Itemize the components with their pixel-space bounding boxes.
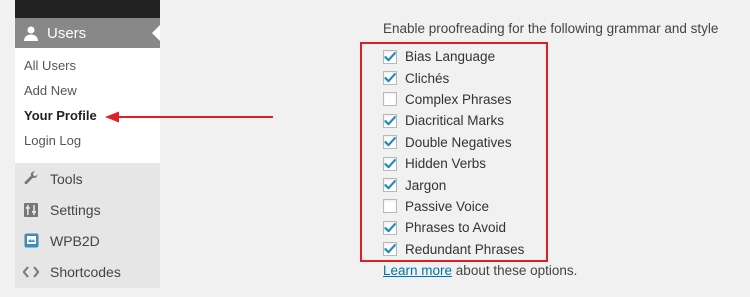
current-menu-indicator xyxy=(152,25,160,41)
menu-item-label: Users xyxy=(47,24,87,42)
option-label: Complex Phrases xyxy=(405,91,512,107)
option-label: Clichés xyxy=(405,70,450,86)
proofreading-settings: Enable proofreading for the following gr… xyxy=(383,21,750,36)
learn-more-text: Learn more about these options. xyxy=(383,263,577,278)
option-cliches[interactable]: Clichés xyxy=(383,67,524,88)
checkmark-icon xyxy=(384,158,396,168)
option-complex-phrases[interactable]: Complex Phrases xyxy=(383,89,524,110)
submenu-item-login-log[interactable]: Login Log xyxy=(15,128,160,153)
submenu-item-all-users[interactable]: All Users xyxy=(15,53,160,78)
option-double-negatives[interactable]: Double Negatives xyxy=(383,132,524,153)
option-bias-language[interactable]: Bias Language xyxy=(383,46,524,67)
option-label: Phrases to Avoid xyxy=(405,220,507,236)
users-submenu: All Users Add New Your Profile Login Log xyxy=(15,48,160,163)
checkbox[interactable] xyxy=(383,135,397,150)
menu-item-settings[interactable]: Settings xyxy=(15,194,160,225)
option-label: Double Negatives xyxy=(405,134,512,150)
checkbox[interactable] xyxy=(383,199,397,214)
checkbox[interactable] xyxy=(383,178,397,193)
option-diacritical-marks[interactable]: Diacritical Marks xyxy=(383,110,524,131)
checkmark-icon xyxy=(384,244,396,254)
checkbox[interactable] xyxy=(383,220,397,235)
option-label: Diacritical Marks xyxy=(405,113,505,129)
menu-item-label: Tools xyxy=(50,170,83,187)
checkbox[interactable] xyxy=(383,49,397,64)
code-icon xyxy=(23,264,39,280)
option-label: Passive Voice xyxy=(405,198,490,214)
admin-sidebar: Users All Users Add New Your Profile Log… xyxy=(15,0,160,288)
option-passive-voice[interactable]: Passive Voice xyxy=(383,196,524,217)
checkbox[interactable] xyxy=(383,92,397,107)
menu-item-label: Settings xyxy=(50,201,101,218)
menu-item-tools[interactable]: Tools xyxy=(15,163,160,194)
option-redundant-phrases[interactable]: Redundant Phrases xyxy=(383,239,524,260)
menu-item-wpb2d[interactable]: WPB2D xyxy=(15,225,160,256)
checkmark-icon xyxy=(384,180,396,190)
admin-menu: Tools Settings WPB2D Shortcodes xyxy=(15,163,160,288)
proofreading-options-list: Bias Language Clichés Complex Phrases Di… xyxy=(383,46,524,260)
checkmark-icon xyxy=(384,73,396,83)
learn-more-link[interactable]: Learn more xyxy=(383,263,452,278)
checkmark-icon xyxy=(384,137,396,147)
wpb2d-icon xyxy=(23,233,39,249)
checkmark-icon xyxy=(384,51,396,61)
option-label: Redundant Phrases xyxy=(405,241,525,257)
proofreading-intro: Enable proofreading for the following gr… xyxy=(383,21,719,36)
learn-more-suffix: about these options. xyxy=(452,263,578,278)
menu-item-users[interactable]: Users xyxy=(15,18,160,48)
option-label: Hidden Verbs xyxy=(405,156,487,172)
user-icon xyxy=(23,25,39,41)
annotation-arrow xyxy=(105,111,273,123)
option-label: Bias Language xyxy=(405,49,496,65)
menu-item-shortcodes[interactable]: Shortcodes xyxy=(15,256,160,287)
checkbox[interactable] xyxy=(383,242,397,257)
checkbox[interactable] xyxy=(383,156,397,171)
option-jargon[interactable]: Jargon xyxy=(383,174,524,195)
wrench-icon xyxy=(23,171,39,187)
option-hidden-verbs[interactable]: Hidden Verbs xyxy=(383,153,524,174)
menu-item-label: Shortcodes xyxy=(50,263,121,280)
submenu-item-add-new[interactable]: Add New xyxy=(15,78,160,103)
checkbox[interactable] xyxy=(383,71,397,86)
menu-item-label: WPB2D xyxy=(50,232,100,249)
checkmark-icon xyxy=(384,115,396,126)
checkbox[interactable] xyxy=(383,113,397,128)
settings-icon xyxy=(23,202,39,218)
option-label: Jargon xyxy=(405,177,447,193)
option-phrases-to-avoid[interactable]: Phrases to Avoid xyxy=(383,217,524,238)
checkmark-icon xyxy=(384,222,396,233)
